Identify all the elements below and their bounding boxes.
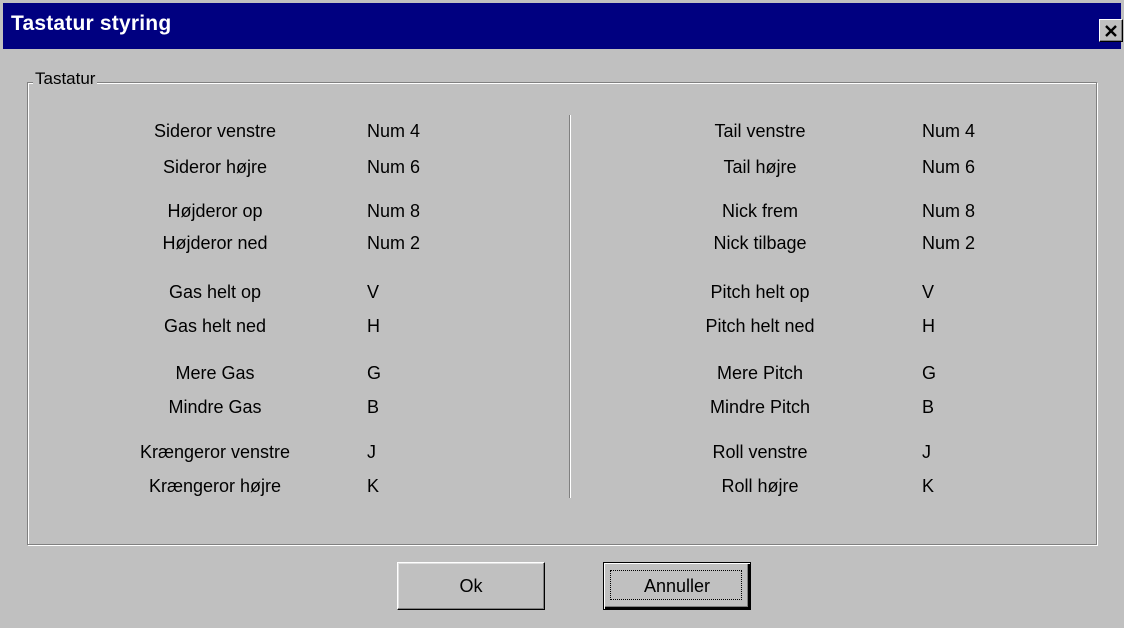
window-title: Tastatur styring: [11, 12, 172, 35]
control-label: Nick tilbage: [713, 233, 807, 253]
control-label: Nick frem: [722, 201, 798, 221]
ok-button-label: Ok: [459, 575, 483, 596]
cancel-button-label: Annuller: [643, 575, 711, 596]
right-mapping-row: Nick tilbage Num 2: [0, 231, 1124, 255]
right-mapping-row: Roll højre K: [0, 474, 1124, 498]
right-mapping-row: Pitch helt ned H: [0, 314, 1124, 338]
close-icon: [1104, 24, 1118, 37]
groupbox-legend: Tastatur: [33, 69, 98, 89]
control-label: Pitch helt ned: [705, 316, 815, 336]
title-bar[interactable]: Tastatur styring: [3, 3, 1123, 49]
control-label: Mere Pitch: [716, 363, 804, 383]
key-binding: H: [922, 316, 935, 336]
right-mapping-row: Roll venstre J: [0, 440, 1124, 464]
key-binding: J: [922, 442, 931, 462]
right-mapping-row: Mindre Pitch B: [0, 395, 1124, 419]
control-label: Tail venstre: [714, 121, 806, 141]
key-binding: B: [922, 397, 935, 417]
key-binding: Num 2: [922, 233, 976, 253]
right-mapping-row: Tail højre Num 6: [0, 155, 1124, 179]
right-mapping-row: Pitch helt op V: [0, 280, 1124, 304]
control-label: Pitch helt op: [710, 282, 810, 302]
right-mapping-row: Nick frem Num 8: [0, 199, 1124, 223]
key-binding: Num 4: [922, 121, 976, 141]
close-button[interactable]: [1099, 19, 1123, 42]
control-label: Tail højre: [723, 157, 797, 177]
key-binding: K: [922, 476, 935, 496]
control-label: Roll venstre: [712, 442, 808, 462]
control-label: Roll højre: [721, 476, 799, 496]
dialog-window: Tastatur styring Tastatur Sideror venstr…: [0, 0, 1124, 628]
key-binding: G: [922, 363, 937, 383]
control-label: Mindre Pitch: [709, 397, 811, 417]
cancel-button[interactable]: Annuller: [603, 562, 751, 610]
key-binding: V: [922, 282, 935, 302]
key-binding: Num 6: [922, 157, 976, 177]
key-binding: Num 8: [922, 201, 976, 221]
right-mapping-row: Mere Pitch G: [0, 361, 1124, 385]
ok-button[interactable]: Ok: [397, 562, 545, 610]
right-mapping-row: Tail venstre Num 4: [0, 119, 1124, 143]
